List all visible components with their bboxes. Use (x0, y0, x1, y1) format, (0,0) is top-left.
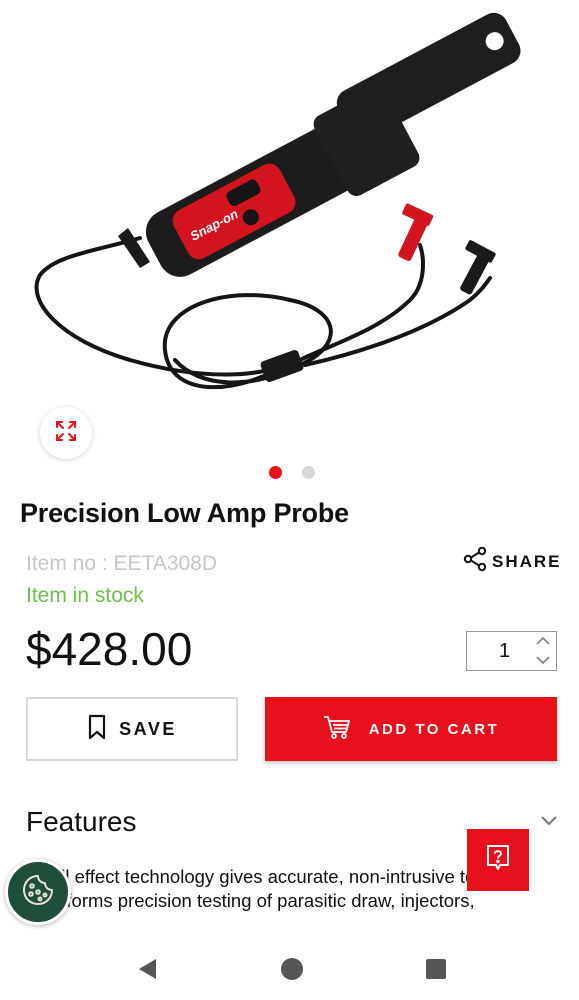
cart-icon (323, 714, 351, 745)
features-heading[interactable]: Features (26, 806, 137, 838)
share-button[interactable]: SHARE (462, 546, 562, 577)
zoom-button[interactable] (40, 407, 92, 459)
save-button[interactable]: SAVE (26, 697, 238, 761)
add-to-cart-button[interactable]: ADD TO CART (265, 697, 557, 761)
cookie-icon (20, 872, 56, 913)
chevron-up-icon[interactable] (536, 632, 550, 650)
recents-icon[interactable] (425, 958, 447, 985)
image-carousel-dots (269, 466, 315, 479)
expand-icon (55, 420, 77, 447)
quantity-stepper[interactable]: 1 (466, 631, 557, 671)
home-icon[interactable] (280, 957, 304, 986)
chevron-down-icon[interactable] (536, 652, 550, 670)
help-button[interactable] (467, 829, 529, 891)
back-icon[interactable] (136, 957, 158, 986)
share-icon (462, 546, 488, 577)
feature-item: • Performs precision testing of parasiti… (26, 890, 475, 911)
item-number: Item no : EETA308D (26, 552, 218, 575)
bookmark-icon (87, 714, 107, 745)
add-to-cart-label: ADD TO CART (368, 720, 500, 738)
product-price: $428.00 (26, 623, 193, 675)
product-title: Precision Low Amp Probe (20, 498, 349, 528)
share-label: SHARE (492, 551, 562, 571)
system-navigation-bar (0, 940, 579, 1000)
cookie-settings-button[interactable] (5, 859, 71, 925)
quantity-value[interactable]: 1 (467, 640, 530, 663)
save-label: SAVE (119, 718, 177, 739)
help-icon (485, 844, 511, 877)
stock-status: Item in stock (26, 584, 144, 607)
product-image[interactable]: Snap-on (0, 0, 579, 455)
carousel-dot[interactable] (302, 466, 315, 479)
chevron-down-icon[interactable] (540, 814, 558, 832)
carousel-dot-active[interactable] (269, 466, 282, 479)
